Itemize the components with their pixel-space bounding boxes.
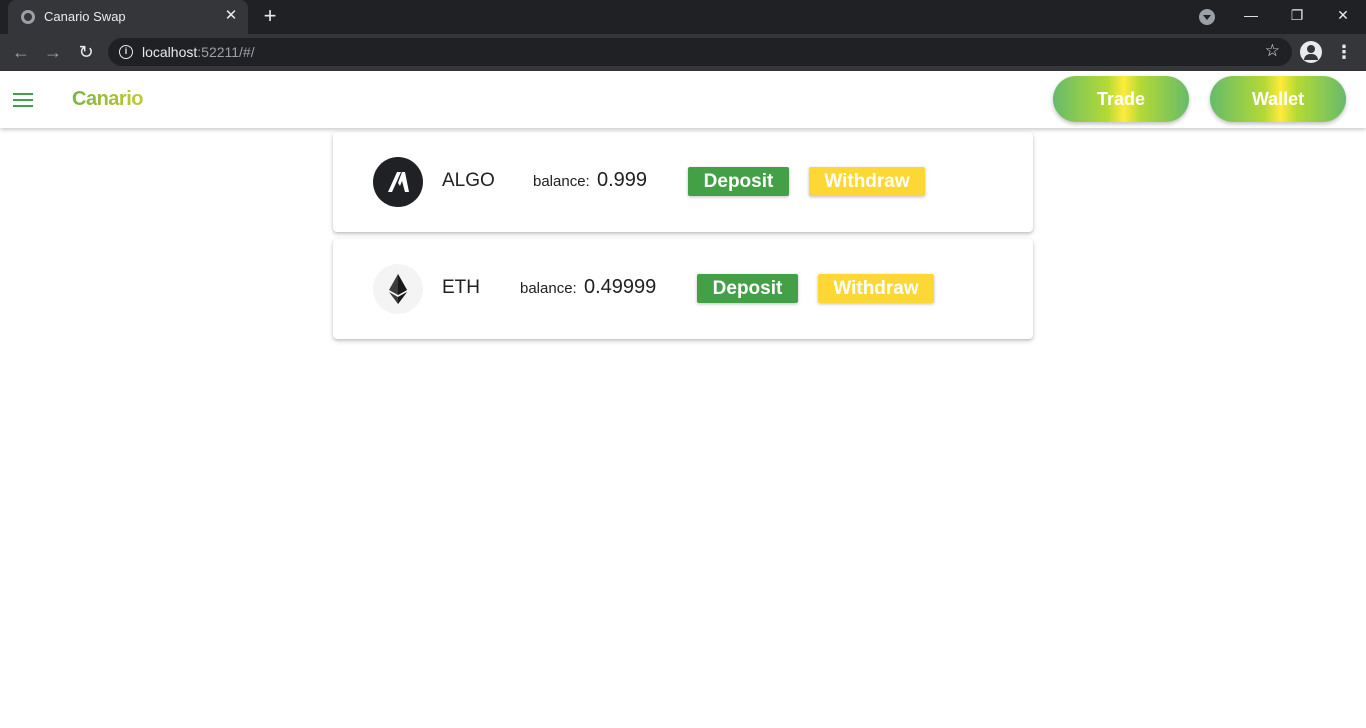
- new-tab-button[interactable]: +: [258, 5, 282, 29]
- globe-icon: [21, 10, 35, 24]
- url-path: :52211/#/: [197, 44, 255, 60]
- tab-close-icon[interactable]: ✕: [222, 7, 240, 25]
- reload-icon[interactable]: ↻: [73, 39, 99, 65]
- asset-card-eth: ETH balance: 0.49999 Deposit Withdraw: [333, 239, 1033, 339]
- browser-tab[interactable]: Canario Swap ✕: [8, 0, 248, 34]
- asset-card-algo: ALGO balance: 0.999 Deposit Withdraw: [333, 132, 1033, 232]
- browser-menu-icon[interactable]: ⋮: [1334, 39, 1354, 65]
- deposit-button[interactable]: Deposit: [688, 167, 789, 196]
- bookmark-star-icon[interactable]: ☆: [1265, 41, 1280, 61]
- back-icon[interactable]: ←: [8, 39, 34, 65]
- tab-title: Canario Swap: [44, 9, 126, 24]
- forward-icon[interactable]: →: [40, 39, 66, 65]
- hamburger-menu-icon[interactable]: [13, 92, 33, 108]
- url-host: localhost: [142, 44, 198, 60]
- brand-logo[interactable]: Canario: [72, 88, 143, 111]
- withdraw-button[interactable]: Withdraw: [809, 167, 925, 196]
- close-window-button[interactable]: ✕: [1320, 0, 1366, 34]
- asset-name: ALGO: [442, 170, 495, 191]
- restore-button[interactable]: ❐: [1274, 0, 1320, 34]
- address-bar[interactable]: i localhost:52211/#/ ☆: [108, 38, 1292, 66]
- ethereum-logo-icon: [373, 264, 423, 314]
- url-text: localhost:52211/#/: [142, 44, 255, 60]
- balance-label: balance:: [520, 280, 577, 297]
- asset-name: ETH: [442, 277, 480, 298]
- profile-icon[interactable]: [1300, 41, 1322, 63]
- trade-button[interactable]: Trade: [1053, 76, 1189, 122]
- algorand-logo-icon: [373, 157, 423, 207]
- app-header: Canario Trade Wallet: [0, 71, 1366, 128]
- balance-label: balance:: [533, 173, 590, 190]
- browser-toolbar: ← → ↻ i localhost:52211/#/ ☆ ⋮: [0, 34, 1366, 71]
- browser-tab-bar: Canario Swap ✕ + — ❐ ✕: [0, 0, 1366, 34]
- deposit-button[interactable]: Deposit: [697, 274, 798, 303]
- site-info-icon[interactable]: i: [119, 45, 133, 59]
- withdraw-button[interactable]: Withdraw: [818, 274, 934, 303]
- tab-search-icon[interactable]: [1199, 9, 1215, 25]
- minimize-button[interactable]: —: [1228, 0, 1274, 34]
- wallet-button[interactable]: Wallet: [1210, 76, 1346, 122]
- balance-value: 0.49999: [584, 276, 657, 298]
- balance-value: 0.999: [597, 169, 648, 191]
